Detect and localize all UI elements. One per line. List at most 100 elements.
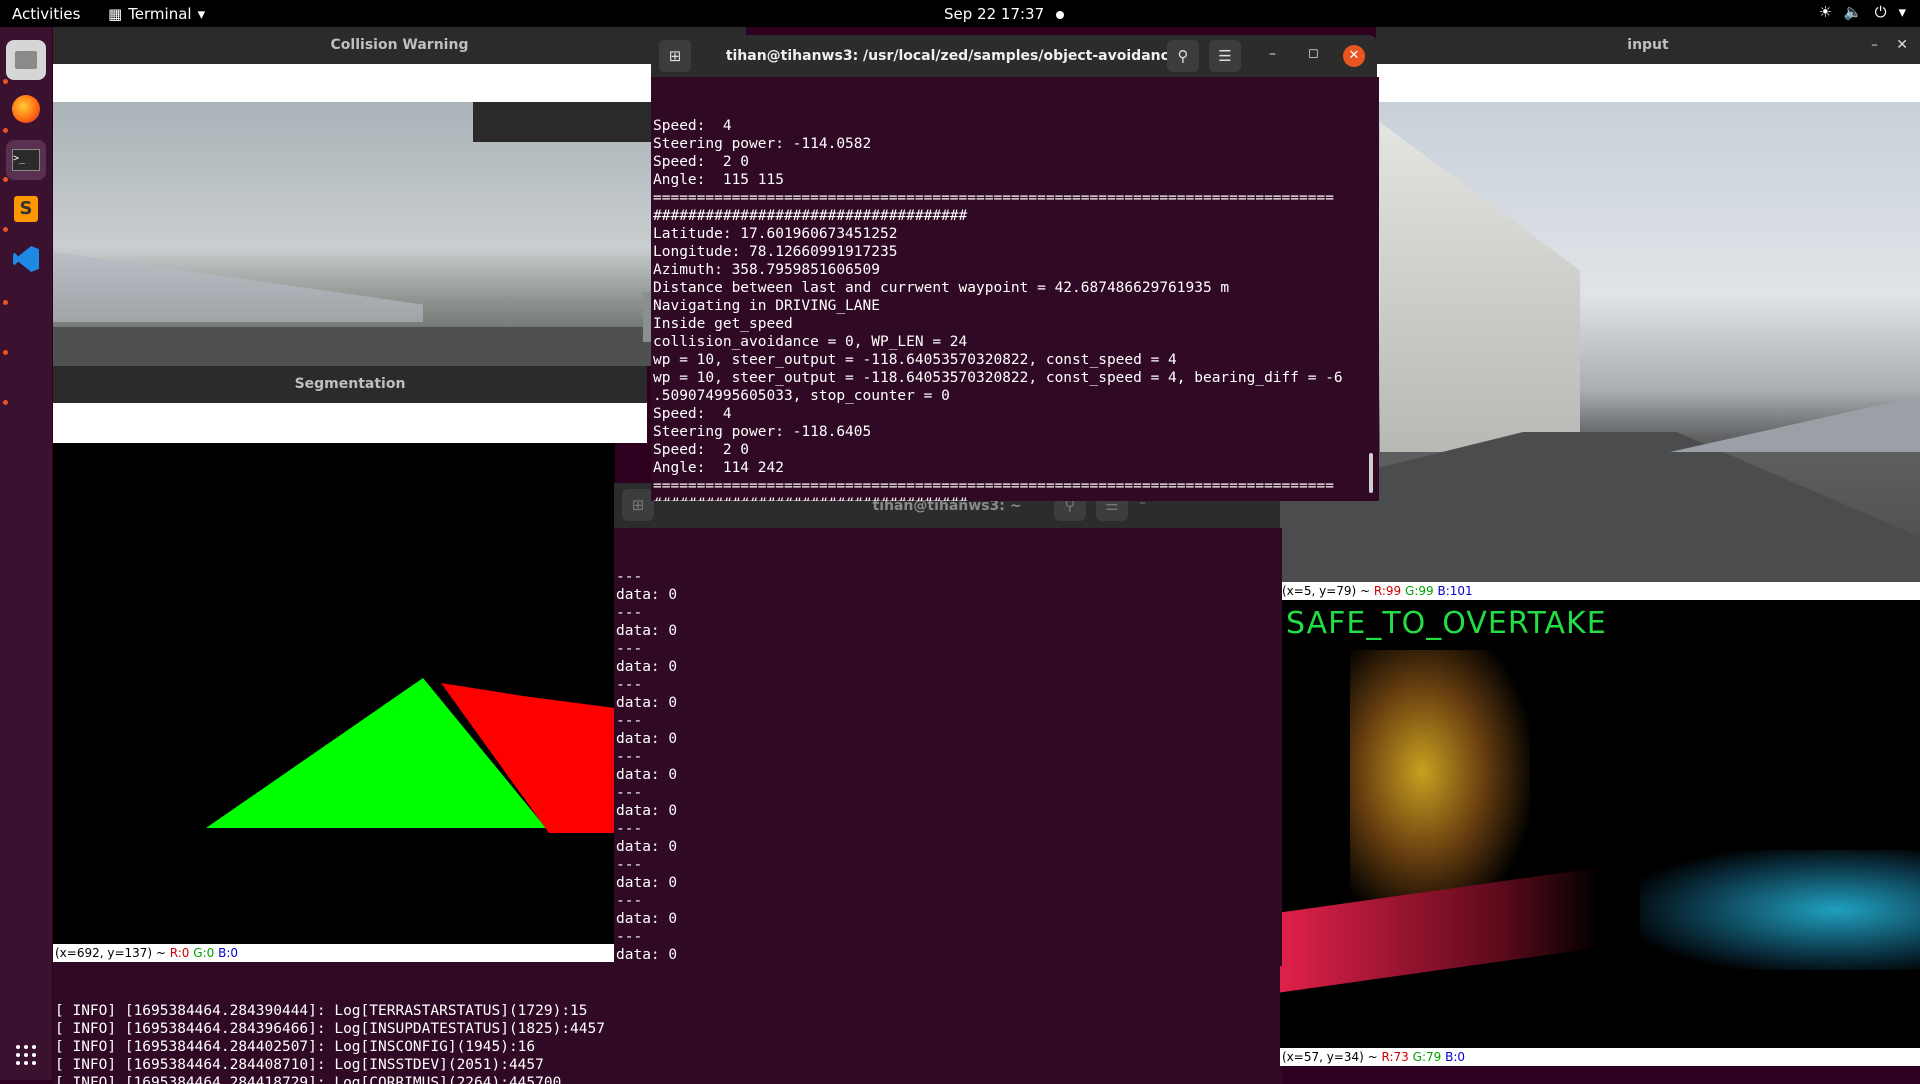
running-indicator-icon [3,79,8,84]
terminal-line: [ INFO] [1695384464.284418729]: Log[CORR… [55,1075,562,1084]
second-terminal[interactable]: --- data: 0 --- data: 0 --- data: 0 --- data: 0… [614,528,1282,966]
terminal-line: .509074995605033, stop_counter = 0 [653,388,950,404]
pixel-green: G:79 [1412,1050,1442,1064]
firefox-icon[interactable] [6,89,46,129]
network-icon: ☀ [1818,3,1832,21]
power-icon: ⏻ [1874,3,1887,21]
app-menu-label: Terminal [128,5,192,23]
close-icon[interactable]: ✕ [1896,27,1908,64]
system-tray[interactable]: ☀ 🔈 ⏻ ▾ [1818,3,1906,21]
window-title: input [1627,37,1669,53]
pixel-red: R:0 [169,946,190,960]
pixel-blue: B:0 [1445,1050,1466,1064]
terminal-line: --- [616,964,1282,966]
segmentation-titlebar[interactable]: Segmentation [53,366,647,403]
terminal-line: --- [616,893,643,909]
terminal-line: data: 0 [616,587,678,603]
terminal-icon: ▦ [108,5,123,23]
terminal-line: Navigating in DRIVING_LANE [653,298,880,314]
window-title: Segmentation [294,376,406,392]
terminal-line: Longitude: 78.12660991917235 [653,244,898,260]
terminal-dock-icon[interactable]: >_ [6,140,46,180]
pixel-coords: (x=5, y=79) ~ [1282,584,1374,598]
volume-icon: 🔈 [1843,3,1863,21]
input-titlebar[interactable]: input – ✕ [1376,27,1920,64]
clock[interactable]: Sep 22 17:37 [944,5,1065,23]
terminal-line: ========================================… [653,478,1334,494]
terminal-output: --- data: 0 --- data: 0 --- data: 0 --- data: 0… [616,568,1282,966]
building-wall [1380,122,1580,452]
terminal-line: --- [616,569,643,585]
depth-blob [1350,650,1530,920]
sublime-text-icon[interactable]: S [6,189,46,229]
activities-button[interactable]: Activities [12,5,80,23]
notification-dot-icon [1056,10,1065,19]
terminal-line: [ INFO] [1695384464.284396466]: Log[INSU… [55,1021,605,1037]
minimize-icon[interactable]: – [1871,27,1878,64]
depth-view: SAFE_TO_OVERTAKE [1280,600,1920,1048]
terminal-line: Speed: 4 [653,406,732,422]
terminal-line: data: 0 [616,875,678,891]
segmentation-status-bar: (x=692, y=137) ~ R:0 G:0 B:0 [53,944,615,962]
terminal-line: Speed: 2 0 [653,154,750,170]
vscode-icon[interactable] [6,239,46,279]
maximize-icon[interactable]: ◻ [1308,46,1319,61]
running-indicator-icon [3,350,8,355]
terminal-line: [ INFO] [1695384464.284390444]: Log[TERR… [55,1003,588,1019]
terminal-line: Speed: 4 [653,118,732,134]
main-terminal-titlebar[interactable]: ⊞ tihan@tihanws3: /usr/local/zed/samples… [651,35,1377,77]
main-terminal[interactable]: Speed: 4 Steering power: -114.0582 Speed: … [651,77,1379,501]
terminal-line: --- [616,605,643,621]
terminal-line: --- [616,677,643,693]
bottom-terminal[interactable]: [ INFO] [1695384464.284390444]: Log[TERR… [53,962,1282,1084]
terminal-line: Steering power: -118.6405 [653,424,872,440]
running-indicator-icon [3,128,8,133]
terminal-line: [ INFO] [1695384464.284402507]: Log[INSC… [55,1039,536,1055]
app-menu[interactable]: ▦ Terminal ▾ [108,5,205,23]
pixel-red: R:73 [1381,1050,1409,1064]
close-icon[interactable]: ✕ [1343,45,1365,67]
terminal-output: [ INFO] [1695384464.284390444]: Log[TERR… [55,1002,1282,1084]
toolbar-area [53,403,647,443]
terminal-line: #################################### [653,208,968,224]
terminal-line: data: 0 [616,623,678,639]
hamburger-menu-icon[interactable]: ☰ [1209,40,1241,72]
overtake-status-label: SAFE_TO_OVERTAKE [1286,606,1607,641]
collision-warning-titlebar[interactable]: Collision Warning [53,27,746,64]
terminal-line: data: 0 [616,695,678,711]
terminal-line: --- [616,713,643,729]
terminal-line: Angle: 114 242 [653,460,784,476]
running-indicator-icon [3,400,8,405]
minimize-icon[interactable]: – [1269,46,1276,62]
pixel-coords: (x=57, y=34) ~ [1282,1050,1382,1064]
side-fence [1670,396,1920,452]
pixel-green: G:0 [193,946,215,960]
terminal-line: Distance between last and currwent waypo… [653,280,1230,296]
show-applications-icon[interactable] [16,1045,36,1065]
terminal-line: Steering power: -114.0582 [653,136,872,152]
terminal-line: Inside get_speed [653,316,793,332]
overhead-structure [473,102,651,142]
running-indicator-icon [3,300,8,305]
terminal-line: Angle: 115 115 [653,172,784,188]
terminal-line: --- [616,785,643,801]
terminal-line: Latitude: 17.601960673451252 [653,226,898,242]
terminal-line: wp = 10, steer_output = -118.64053570320… [653,352,1177,368]
scrollbar-thumb[interactable] [1369,453,1373,493]
terminal-line: --- [616,749,643,765]
pixel-red: R:99 [1373,584,1402,598]
toolbar-area [53,64,746,102]
road-wall [53,252,423,322]
files-icon[interactable] [6,40,46,80]
running-indicator-icon [3,227,8,232]
chevron-down-icon: ▾ [197,5,206,23]
new-tab-icon[interactable]: ⊞ [659,40,691,72]
search-icon[interactable]: ⚲ [1167,40,1199,72]
pixel-coords: (x=692, y=137) ~ [55,946,170,960]
terminal-line: --- [616,821,643,837]
pixel-blue: B:101 [1437,584,1473,598]
toolbar-area [1376,64,1920,102]
pixel-blue: B:0 [218,946,239,960]
pixel-green: G:99 [1405,584,1434,598]
terminal-line: Azimuth: 358.7959851606509 [653,262,880,278]
